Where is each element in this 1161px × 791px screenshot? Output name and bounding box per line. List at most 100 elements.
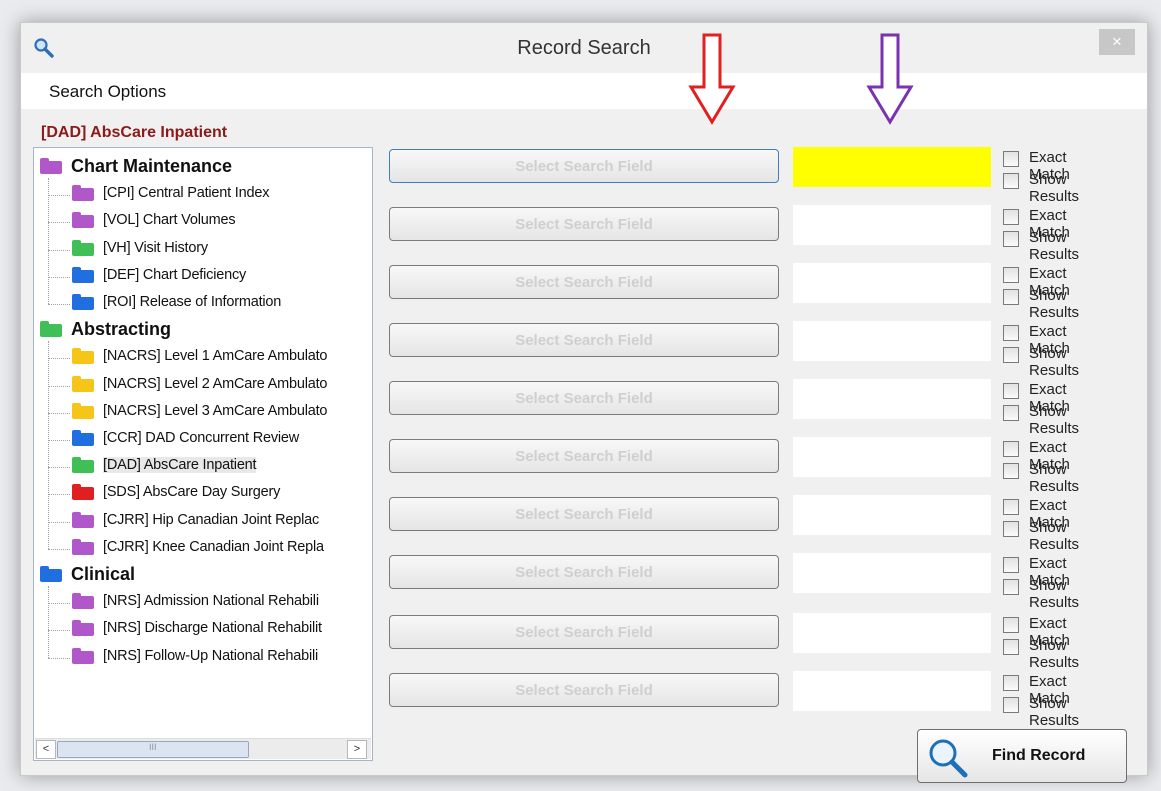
- tree-category-label: Clinical: [71, 564, 136, 584]
- scroll-right-button[interactable]: >: [347, 740, 367, 759]
- tree-connector: [48, 440, 70, 441]
- search-value-input[interactable]: [793, 495, 991, 535]
- select-search-field-button[interactable]: Select Search Field: [389, 673, 779, 707]
- show-results-checkbox[interactable]: [1003, 639, 1019, 655]
- folder-icon: [40, 566, 62, 582]
- tree-connector: [48, 521, 70, 523]
- purple-down-arrow-icon: [866, 33, 914, 125]
- tree-connector: [48, 467, 70, 469]
- tree-item-label: [CJRR] Knee Canadian Joint Repla: [103, 538, 324, 555]
- record-search-window: Record Search × Search Options [DAD] Abs…: [20, 22, 1148, 783]
- select-search-field-button[interactable]: Select Search Field: [389, 615, 779, 649]
- tree-item-label: [NRS] Admission National Rehabili: [103, 593, 319, 610]
- show-results-checkbox[interactable]: [1003, 697, 1019, 713]
- select-search-field-button[interactable]: Select Search Field: [389, 439, 779, 473]
- find-record-button[interactable]: Find Record: [917, 729, 1127, 783]
- tree-connector: [48, 276, 70, 278]
- show-results-checkbox[interactable]: [1003, 521, 1019, 537]
- exact-match-checkbox[interactable]: [1003, 209, 1019, 225]
- search-value-input[interactable]: [793, 613, 991, 653]
- select-search-field-button[interactable]: Select Search Field: [389, 381, 779, 415]
- tree-item-label: [VOL] Chart Volumes: [103, 212, 236, 229]
- main-content: [DAD] AbsCare Inpatient < III > Chart Ma…: [21, 109, 1147, 783]
- folder-icon: [72, 348, 94, 365]
- folder-icon: [72, 266, 94, 283]
- tree-item-label: [CPI] Central Patient Index: [103, 185, 270, 202]
- tree-connector: [48, 304, 70, 305]
- tree-item-label: [NRS] Follow-Up National Rehabili: [103, 647, 319, 664]
- tree-item-label: [DAD] AbsCare Inpatient: [103, 457, 257, 474]
- tree-connector: [48, 603, 70, 605]
- tree-item-label: [SDS] AbsCare Day Surgery: [103, 484, 281, 501]
- database-tree[interactable]: < III > Chart Maintenance [CPI] Central P…: [33, 147, 373, 761]
- scroll-left-button[interactable]: <: [36, 740, 56, 759]
- exact-match-checkbox[interactable]: [1003, 325, 1019, 341]
- magnifier-icon: [929, 739, 968, 778]
- select-search-field-button[interactable]: Select Search Field: [389, 555, 779, 589]
- tree-connector: [48, 385, 70, 387]
- search-value-input[interactable]: [793, 379, 991, 419]
- folder-icon: [72, 593, 94, 610]
- exact-match-checkbox[interactable]: [1003, 383, 1019, 399]
- tree-item-label: [CJRR] Hip Canadian Joint Replac: [103, 511, 320, 528]
- folder-icon: [72, 185, 94, 202]
- show-results-checkbox[interactable]: [1003, 231, 1019, 247]
- select-search-field-button[interactable]: Select Search Field: [389, 149, 779, 183]
- exact-match-checkbox[interactable]: [1003, 617, 1019, 633]
- show-results-label: Show Results: [1029, 695, 1080, 729]
- tree-horizontal-scrollbar[interactable]: < III >: [35, 738, 371, 759]
- menu-bar: Search Options: [21, 73, 1147, 109]
- search-value-input[interactable]: [793, 553, 991, 593]
- exact-match-checkbox[interactable]: [1003, 151, 1019, 167]
- exact-match-checkbox[interactable]: [1003, 675, 1019, 691]
- tree-category-label: Chart Maintenance: [71, 156, 233, 176]
- search-value-input[interactable]: [793, 437, 991, 477]
- folder-icon: [72, 647, 94, 664]
- search-value-input[interactable]: [793, 263, 991, 303]
- show-results-checkbox[interactable]: [1003, 347, 1019, 363]
- select-search-field-button[interactable]: Select Search Field: [389, 323, 779, 357]
- folder-icon: [40, 158, 62, 174]
- folder-icon: [40, 321, 62, 338]
- tree-item-label: [CCR] DAD Concurrent Review: [103, 430, 300, 446]
- show-results-label: Show Results: [1029, 171, 1080, 205]
- tree-item-label: [NRS] Discharge National Rehabilit: [103, 620, 322, 637]
- tree-connector: [48, 548, 70, 550]
- select-search-field-button[interactable]: Select Search Field: [389, 265, 779, 299]
- folder-icon: [72, 620, 94, 637]
- tree-item-label: [DEF] Chart Deficiency: [103, 266, 247, 283]
- tree-connector: [48, 586, 49, 658]
- tree-item-label: [NACRS] Level 2 AmCare Ambulato: [103, 375, 328, 392]
- exact-match-checkbox[interactable]: [1003, 267, 1019, 283]
- exact-match-checkbox[interactable]: [1003, 441, 1019, 457]
- tree-connector: [48, 358, 70, 360]
- menu-search-options[interactable]: Search Options: [49, 82, 166, 102]
- show-results-label: Show Results: [1029, 519, 1080, 553]
- folder-icon: [72, 212, 94, 229]
- show-results-label: Show Results: [1029, 461, 1080, 495]
- search-value-input[interactable]: [793, 321, 991, 361]
- search-value-input[interactable]: [793, 205, 991, 245]
- show-results-checkbox[interactable]: [1003, 289, 1019, 305]
- folder-icon: [72, 375, 94, 392]
- show-results-checkbox[interactable]: [1003, 579, 1019, 595]
- search-value-input[interactable]: [793, 147, 991, 187]
- show-results-checkbox[interactable]: [1003, 463, 1019, 479]
- select-search-field-button[interactable]: Select Search Field: [389, 497, 779, 531]
- folder-icon: [72, 457, 94, 474]
- exact-match-checkbox[interactable]: [1003, 557, 1019, 573]
- search-value-input[interactable]: [793, 671, 991, 711]
- tree-connector: [48, 249, 70, 251]
- folder-icon: [72, 484, 94, 501]
- find-record-label: Find Record: [992, 747, 1086, 764]
- folder-icon: [72, 239, 94, 256]
- show-results-checkbox[interactable]: [1003, 173, 1019, 189]
- show-results-checkbox[interactable]: [1003, 405, 1019, 421]
- exact-match-checkbox[interactable]: [1003, 499, 1019, 515]
- tree-connector: [48, 178, 49, 304]
- close-button[interactable]: ×: [1099, 29, 1135, 55]
- select-search-field-button[interactable]: Select Search Field: [389, 207, 779, 241]
- show-results-label: Show Results: [1029, 229, 1080, 263]
- tree-connector: [48, 494, 70, 496]
- show-results-label: Show Results: [1029, 403, 1080, 437]
